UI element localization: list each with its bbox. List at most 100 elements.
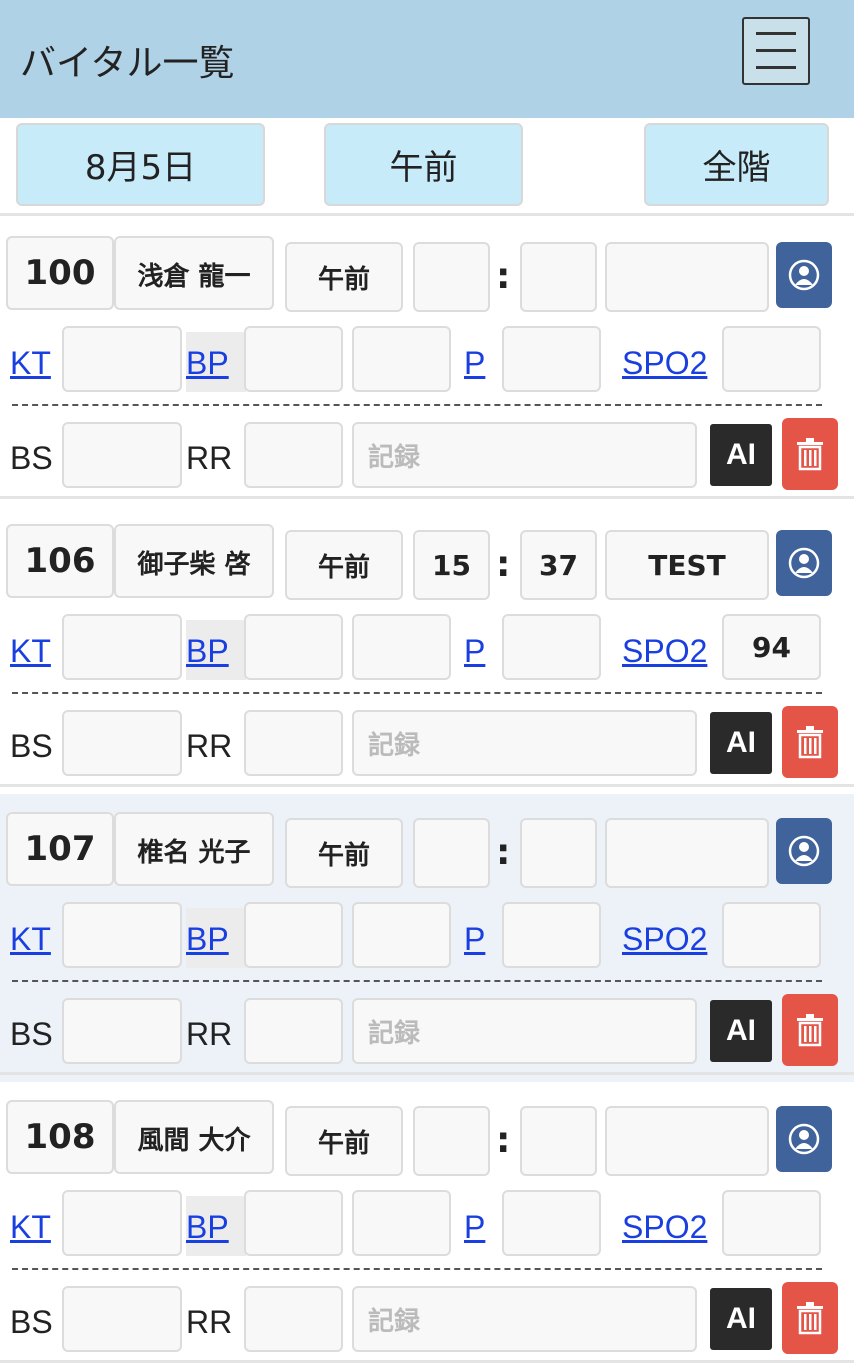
- patient-name[interactable]: 浅倉 龍一: [114, 236, 274, 310]
- rr-input[interactable]: [244, 710, 343, 776]
- record-input[interactable]: 記録: [352, 422, 697, 488]
- kt-input[interactable]: [62, 614, 182, 680]
- bs-input[interactable]: [62, 998, 182, 1064]
- patient-name[interactable]: 風間 大介: [114, 1100, 274, 1174]
- bp-link[interactable]: BP: [186, 921, 229, 958]
- patient-name[interactable]: 御子柴 啓: [114, 524, 274, 598]
- rr-input[interactable]: [244, 1286, 343, 1352]
- minute-input[interactable]: 37: [520, 530, 597, 600]
- dashed-divider: [12, 980, 822, 982]
- bp-link[interactable]: BP: [186, 1209, 229, 1246]
- spo2-link[interactable]: SPO2: [622, 921, 707, 958]
- rr-input[interactable]: [244, 422, 343, 488]
- rr-label: RR: [186, 1304, 233, 1340]
- dashed-divider: [12, 1268, 822, 1270]
- bs-input[interactable]: [62, 710, 182, 776]
- dashed-divider: [12, 692, 822, 694]
- bp-high-input[interactable]: [244, 326, 343, 392]
- kt-input[interactable]: [62, 1190, 182, 1256]
- bp-link[interactable]: BP: [186, 345, 229, 382]
- bs-input[interactable]: [62, 422, 182, 488]
- bp-low-input[interactable]: [352, 902, 451, 968]
- record-input[interactable]: 記録: [352, 998, 697, 1064]
- ampm-select[interactable]: 午前: [285, 818, 403, 888]
- trash-icon: [797, 438, 823, 471]
- kt-link[interactable]: KT: [10, 633, 51, 670]
- kt-input[interactable]: [62, 326, 182, 392]
- user-profile-button[interactable]: [776, 818, 832, 884]
- time-colon: :: [496, 544, 511, 585]
- patient-card: 108 風間 大介 午前 : KT BP P SPO2 BS RR 記録 AI: [0, 1082, 854, 1370]
- ampm-select[interactable]: 午前: [285, 242, 403, 312]
- pulse-input[interactable]: [502, 614, 601, 680]
- kt-link[interactable]: KT: [10, 1209, 51, 1246]
- patient-name[interactable]: 椎名 光子: [114, 812, 274, 886]
- room-number: 108: [6, 1100, 114, 1174]
- p-link[interactable]: P: [464, 1209, 485, 1246]
- kt-link[interactable]: KT: [10, 345, 51, 382]
- note-input[interactable]: [605, 242, 769, 312]
- date-selector[interactable]: 8月5日: [16, 123, 265, 206]
- user-profile-button[interactable]: [776, 242, 832, 308]
- bp-low-input[interactable]: [352, 1190, 451, 1256]
- bp-high-input[interactable]: [244, 902, 343, 968]
- bp-low-input[interactable]: [352, 326, 451, 392]
- time-colon: :: [496, 1120, 511, 1161]
- dashed-divider: [12, 404, 822, 406]
- record-input[interactable]: 記録: [352, 1286, 697, 1352]
- bp-high-input[interactable]: [244, 1190, 343, 1256]
- bp-high-input[interactable]: [244, 614, 343, 680]
- period-selector[interactable]: 午前: [324, 123, 523, 206]
- time-colon: :: [496, 256, 511, 297]
- user-profile-button[interactable]: [776, 530, 832, 596]
- pulse-input[interactable]: [502, 902, 601, 968]
- note-input[interactable]: TEST: [605, 530, 769, 600]
- hamburger-menu-icon[interactable]: [742, 17, 810, 85]
- hour-input[interactable]: [413, 242, 490, 312]
- ai-button[interactable]: AI: [710, 1000, 772, 1062]
- hour-input[interactable]: 15: [413, 530, 490, 600]
- user-icon: [788, 547, 820, 579]
- spo2-input[interactable]: 94: [722, 614, 821, 680]
- ai-button[interactable]: AI: [710, 1288, 772, 1350]
- p-link[interactable]: P: [464, 345, 485, 382]
- p-link[interactable]: P: [464, 633, 485, 670]
- record-input[interactable]: 記録: [352, 710, 697, 776]
- minute-input[interactable]: [520, 242, 597, 312]
- p-link[interactable]: P: [464, 921, 485, 958]
- spo2-input[interactable]: [722, 902, 821, 968]
- pulse-input[interactable]: [502, 1190, 601, 1256]
- room-number: 107: [6, 812, 114, 886]
- spo2-input[interactable]: [722, 326, 821, 392]
- spo2-link[interactable]: SPO2: [622, 633, 707, 670]
- pulse-input[interactable]: [502, 326, 601, 392]
- user-profile-button[interactable]: [776, 1106, 832, 1172]
- rr-input[interactable]: [244, 998, 343, 1064]
- ai-button[interactable]: AI: [710, 712, 772, 774]
- hour-input[interactable]: [413, 1106, 490, 1176]
- trash-icon: [797, 1014, 823, 1047]
- delete-button[interactable]: [782, 706, 838, 778]
- delete-button[interactable]: [782, 1282, 838, 1354]
- delete-button[interactable]: [782, 994, 838, 1066]
- spo2-link[interactable]: SPO2: [622, 345, 707, 382]
- bp-link[interactable]: BP: [186, 633, 229, 670]
- user-icon: [788, 835, 820, 867]
- ampm-select[interactable]: 午前: [285, 530, 403, 600]
- minute-input[interactable]: [520, 818, 597, 888]
- rr-label: RR: [186, 728, 233, 764]
- minute-input[interactable]: [520, 1106, 597, 1176]
- delete-button[interactable]: [782, 418, 838, 490]
- spo2-link[interactable]: SPO2: [622, 1209, 707, 1246]
- kt-link[interactable]: KT: [10, 921, 51, 958]
- hour-input[interactable]: [413, 818, 490, 888]
- spo2-input[interactable]: [722, 1190, 821, 1256]
- ampm-select[interactable]: 午前: [285, 1106, 403, 1176]
- floor-selector[interactable]: 全階: [644, 123, 829, 206]
- bp-low-input[interactable]: [352, 614, 451, 680]
- bs-input[interactable]: [62, 1286, 182, 1352]
- note-input[interactable]: [605, 818, 769, 888]
- note-input[interactable]: [605, 1106, 769, 1176]
- ai-button[interactable]: AI: [710, 424, 772, 486]
- kt-input[interactable]: [62, 902, 182, 968]
